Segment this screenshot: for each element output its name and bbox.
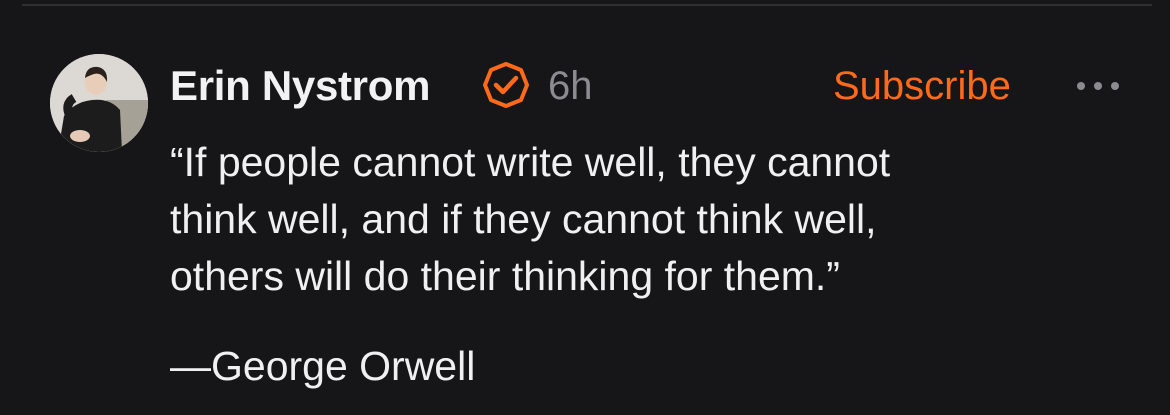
subscribe-button[interactable]: Subscribe bbox=[833, 58, 1011, 114]
more-options-icon[interactable] bbox=[1074, 76, 1124, 96]
post-timestamp: 6h bbox=[548, 64, 593, 108]
quote-line: others will do their thinking for them.” bbox=[170, 253, 840, 299]
author-name[interactable]: Erin Nystrom bbox=[170, 58, 430, 114]
quote-line: “If people cannot write well, they canno… bbox=[170, 139, 891, 185]
avatar-image bbox=[50, 54, 148, 152]
quote-line: think well, and if they cannot think wel… bbox=[170, 196, 877, 242]
post-quote: “If people cannot write well, they canno… bbox=[170, 134, 1070, 305]
quote-attribution: —George Orwell bbox=[170, 343, 476, 389]
verified-badge-icon bbox=[483, 62, 529, 108]
post-header: Erin Nystrom 6h Subscribe bbox=[170, 58, 1130, 114]
top-divider bbox=[22, 4, 1152, 6]
avatar[interactable] bbox=[50, 54, 148, 152]
